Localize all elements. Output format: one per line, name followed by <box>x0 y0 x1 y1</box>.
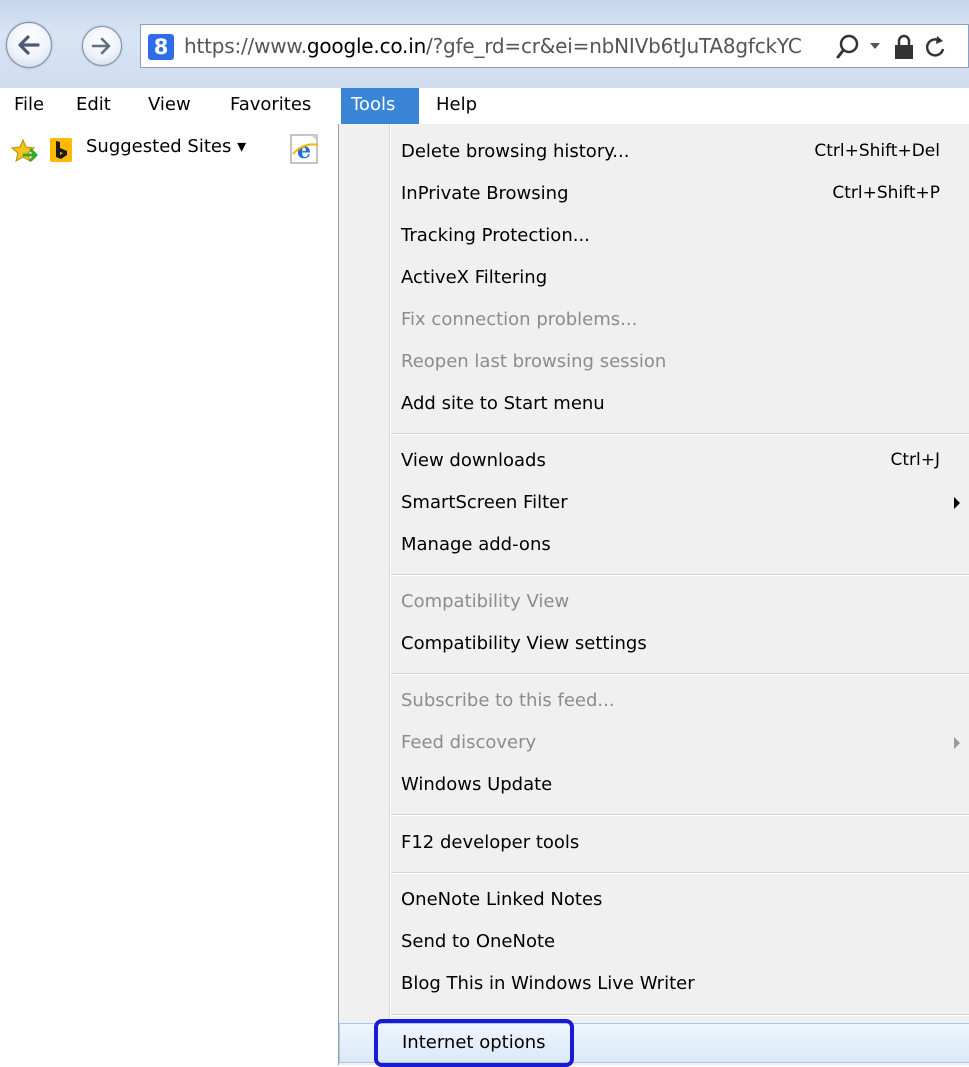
menu-item-view-downloads[interactable]: View downloads Ctrl+J <box>339 442 969 482</box>
menu-favorites[interactable]: Favorites <box>220 88 321 124</box>
favorites-bar: Suggested Sites ▾ e <box>0 124 390 174</box>
menu-item-windows-update[interactable]: Windows Update <box>339 766 969 806</box>
menu-separator <box>391 574 969 576</box>
menu-separator <box>391 872 969 874</box>
back-icon <box>18 35 40 55</box>
menu-item-delete-browsing-history[interactable]: Delete browsing history... Ctrl+Shift+De… <box>339 133 969 173</box>
annotation-highlight-box <box>374 1019 574 1067</box>
menu-item-blog-this[interactable]: Blog This in Windows Live Writer <box>339 965 969 1005</box>
menu-item-label: Delete browsing history... <box>401 141 630 162</box>
lock-icon[interactable] <box>893 33 915 61</box>
menu-item-label: ActiveX Filtering <box>401 267 548 288</box>
menu-item-feed-discovery: Feed discovery <box>339 724 969 764</box>
menu-item-label: Reopen last browsing session <box>401 351 667 372</box>
menu-item-send-to-onenote[interactable]: Send to OneNote <box>339 923 969 963</box>
ie-icon[interactable]: e <box>288 132 322 166</box>
menu-view[interactable]: View <box>138 88 201 124</box>
menu-item-label: SmartScreen Filter <box>401 492 568 513</box>
menu-item-label: Feed discovery <box>401 732 537 753</box>
menu-item-shortcut: Ctrl+Shift+Del <box>814 141 940 161</box>
url-prefix: https://www. <box>184 34 307 58</box>
menu-separator <box>391 433 969 435</box>
menu-item-label: View downloads <box>401 450 546 471</box>
tools-menu: Delete browsing history... Ctrl+Shift+De… <box>338 124 969 1065</box>
dropdown-icon[interactable] <box>868 39 882 53</box>
menu-item-label: Send to OneNote <box>401 931 556 952</box>
menu-item-label: Add site to Start menu <box>401 393 605 414</box>
menu-item-inprivate-browsing[interactable]: InPrivate Browsing Ctrl+Shift+P <box>339 175 969 215</box>
bing-icon[interactable] <box>50 138 72 162</box>
menu-item-compatibility-view-settings[interactable]: Compatibility View settings <box>339 625 969 665</box>
menu-item-activex-filtering[interactable]: ActiveX Filtering <box>339 259 969 299</box>
menu-item-f12-developer-tools[interactable]: F12 developer tools <box>339 824 969 864</box>
menu-item-reopen-last-session: Reopen last browsing session <box>339 343 969 383</box>
url-rest: /?gfe_rd=cr&ei=nbNIVb6tJuTA8gfckYC <box>426 34 802 58</box>
menu-tools[interactable]: Tools <box>341 88 419 124</box>
forward-button[interactable] <box>82 26 122 66</box>
menu-item-label: OneNote Linked Notes <box>401 889 603 910</box>
menu-item-manage-add-ons[interactable]: Manage add-ons <box>339 526 969 566</box>
url-text[interactable]: https://www.google.co.in/?gfe_rd=cr&ei=n… <box>184 34 802 58</box>
menu-separator <box>391 814 969 816</box>
submenu-arrow-icon <box>954 737 960 749</box>
menu-item-label: Windows Update <box>401 774 553 795</box>
svg-text:e: e <box>297 138 311 164</box>
menu-item-label: F12 developer tools <box>401 832 580 853</box>
menu-item-label: Compatibility View <box>401 591 570 612</box>
menu-file[interactable]: File <box>4 88 54 124</box>
back-button[interactable] <box>6 22 52 68</box>
menu-item-smartscreen-filter[interactable]: SmartScreen Filter <box>339 484 969 524</box>
forward-icon <box>91 37 111 55</box>
menu-item-label: InPrivate Browsing <box>401 183 569 204</box>
menu-item-label: Tracking Protection... <box>401 225 590 246</box>
suggested-sites-button[interactable]: Suggested Sites ▾ <box>86 136 246 157</box>
menu-item-shortcut: Ctrl+J <box>890 450 940 470</box>
menu-bar: File Edit View Favorites Tools Help <box>0 88 969 124</box>
search-icon[interactable] <box>835 33 861 61</box>
menu-separator <box>391 673 969 675</box>
submenu-arrow-icon <box>954 497 960 509</box>
menu-separator <box>391 1014 969 1016</box>
address-bar: 8 https://www.google.co.in/?gfe_rd=cr&ei… <box>0 0 969 88</box>
menu-item-label: Blog This in Windows Live Writer <box>401 973 695 994</box>
favorites-star-icon[interactable] <box>10 138 38 164</box>
menu-item-label: Compatibility View settings <box>401 633 647 654</box>
menu-item-label: Manage add-ons <box>401 534 551 555</box>
site-favicon-icon: 8 <box>148 34 174 60</box>
menu-edit[interactable]: Edit <box>66 88 121 124</box>
menu-item-compatibility-view: Compatibility View <box>339 583 969 623</box>
menu-item-add-site-to-start-menu[interactable]: Add site to Start menu <box>339 385 969 425</box>
menu-item-label: Fix connection problems... <box>401 309 638 330</box>
menu-help[interactable]: Help <box>426 88 487 124</box>
menu-item-subscribe-to-feed: Subscribe to this feed... <box>339 682 969 722</box>
refresh-icon[interactable] <box>923 33 949 61</box>
url-field[interactable]: 8 https://www.google.co.in/?gfe_rd=cr&ei… <box>140 24 969 68</box>
menu-item-tracking-protection[interactable]: Tracking Protection... <box>339 217 969 257</box>
menu-item-fix-connection-problems: Fix connection problems... <box>339 301 969 341</box>
url-domain: google.co.in <box>306 34 427 58</box>
menu-item-label: Subscribe to this feed... <box>401 690 615 711</box>
menu-item-shortcut: Ctrl+Shift+P <box>832 183 940 203</box>
menu-item-onenote-linked-notes[interactable]: OneNote Linked Notes <box>339 881 969 921</box>
